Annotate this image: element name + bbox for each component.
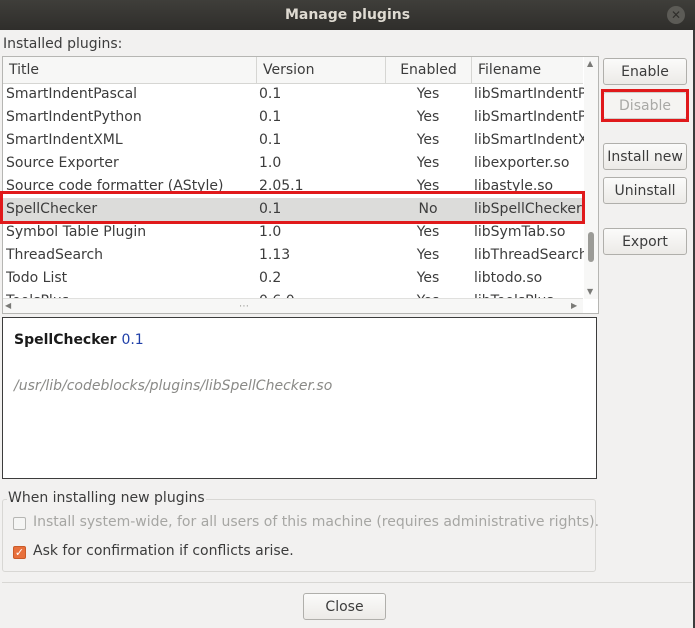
column-header-enabled[interactable]: Enabled	[386, 57, 472, 83]
system-wide-label: Install system-wide, for all users of th…	[33, 514, 600, 530]
cell-title: ThreadSearch	[6, 247, 104, 263]
scroll-down-icon[interactable]: ▼	[587, 287, 593, 296]
table-row[interactable]: Source Exporter 1.0 Yes libexporter.so	[3, 152, 583, 175]
cell-title: SmartIndentPython	[6, 109, 142, 125]
cell-enabled: Yes	[416, 109, 440, 125]
cell-version: 0.1	[259, 109, 282, 125]
cell-version: 1.0	[259, 155, 282, 171]
cell-title: Source Exporter	[6, 155, 119, 171]
horizontal-scrollbar[interactable]: ◀ ⋯ ▶	[3, 298, 583, 313]
cell-filename: libexporter.so	[474, 155, 570, 171]
table-row[interactable]: SmartIndentPython 0.1 Yes libSmartIndent…	[3, 106, 584, 129]
plugin-details-panel: SpellChecker 0.1 /usr/lib/codeblocks/plu…	[2, 317, 597, 479]
scroll-up-icon[interactable]: ▲	[587, 59, 593, 68]
export-button[interactable]: Export	[603, 228, 687, 255]
window-titlebar: Manage plugins ✕	[0, 0, 695, 30]
install-new-button[interactable]: Install new	[603, 143, 687, 170]
table-header: Title Version Enabled Filename	[3, 57, 583, 84]
cell-version: 1.13	[259, 247, 291, 263]
plugins-table: Title Version Enabled Filename SmartInde…	[2, 56, 599, 314]
cell-enabled: Yes	[416, 247, 440, 263]
cell-enabled: Yes	[416, 86, 440, 102]
plugin-path: /usr/lib/codeblocks/plugins/libSpellChec…	[14, 378, 333, 394]
install-options-label: When installing new plugins	[7, 490, 206, 506]
table-row[interactable]: Symbol Table Plugin 1.0 Yes libSymTab.so	[3, 221, 583, 244]
plugin-name: SpellChecker	[14, 332, 117, 348]
close-window-icon[interactable]: ✕	[667, 6, 685, 24]
column-header-filename[interactable]: Filename	[472, 57, 583, 83]
cell-filename: libtodo.so	[474, 270, 543, 286]
plugin-details-title: SpellChecker 0.1	[14, 332, 144, 348]
table-row[interactable]: SmartIndentPascal 0.1 Yes libSmartIndent…	[3, 83, 584, 106]
separator	[2, 582, 692, 583]
close-button[interactable]: Close	[303, 593, 386, 620]
cell-enabled: Yes	[416, 132, 440, 148]
confirm-conflicts-label: Ask for confirmation if conflicts arise.	[33, 543, 294, 559]
horizontal-scroll-grip-icon[interactable]: ⋯	[239, 301, 249, 312]
cell-title: SmartIndentXML	[6, 132, 123, 148]
cell-title: SmartIndentPascal	[6, 86, 138, 102]
cell-filename: libSmartIndentP	[474, 109, 584, 125]
cell-filename: libThreadSearch	[474, 247, 584, 263]
table-row[interactable]: Todo List 0.2 Yes libtodo.so	[3, 267, 583, 290]
cell-filename: libSymTab.so	[474, 224, 566, 240]
uninstall-button[interactable]: Uninstall	[603, 177, 687, 204]
vertical-scrollbar[interactable]: ▲ ▼	[584, 57, 598, 299]
vertical-scroll-thumb[interactable]	[588, 232, 594, 262]
cell-filename: libSmartIndentX	[474, 132, 584, 148]
cell-version: 0.1	[259, 132, 282, 148]
cell-version: 1.0	[259, 224, 282, 240]
system-wide-checkbox[interactable]	[13, 517, 26, 530]
disable-button-highlight-box	[601, 89, 689, 122]
column-header-title[interactable]: Title	[3, 57, 257, 83]
cell-filename: libSmartIndentP	[474, 86, 584, 102]
plugin-version: 0.1	[121, 332, 144, 348]
cell-version: 0.1	[259, 86, 282, 102]
column-header-version[interactable]: Version	[257, 57, 386, 83]
confirm-conflicts-checkbox[interactable]: ✓	[13, 546, 26, 559]
scroll-right-icon[interactable]: ▶	[571, 301, 577, 310]
installed-plugins-label: Installed plugins:	[3, 36, 123, 52]
cell-enabled: Yes	[416, 270, 440, 286]
scroll-left-icon[interactable]: ◀	[5, 301, 11, 310]
install-options-group	[2, 499, 596, 572]
cell-enabled: Yes	[416, 224, 440, 240]
window-title: Manage plugins	[284, 7, 411, 23]
cell-version: 0.2	[259, 270, 282, 286]
table-row[interactable]: ThreadSearch 1.13 Yes libThreadSearch	[3, 244, 584, 267]
cell-enabled: Yes	[416, 155, 440, 171]
cell-title: Symbol Table Plugin	[6, 224, 147, 240]
enable-button[interactable]: Enable	[603, 58, 687, 85]
selected-row-highlight-box	[0, 191, 585, 224]
table-row[interactable]: SmartIndentXML 0.1 Yes libSmartIndentX	[3, 129, 584, 152]
cell-title: Todo List	[6, 270, 68, 286]
